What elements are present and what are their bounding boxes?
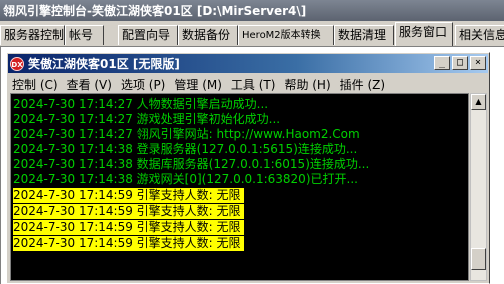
tab-data-backup[interactable]: 数据备份 bbox=[178, 25, 238, 45]
maximize-button[interactable]: □ bbox=[452, 56, 468, 70]
log-line-highlighted: 2024-7-30 17:14:59 引擎支持人数: 无限 bbox=[13, 204, 244, 219]
menu-control[interactable]: 控制 (C) bbox=[8, 76, 63, 93]
tab-strip: 服务器控制 帐号 配置向导 数据备份 HeroM2版本转换 数据清理 服务窗口 … bbox=[0, 22, 504, 47]
minimize-button[interactable]: _ bbox=[434, 56, 450, 70]
tab-server-control[interactable]: 服务器控制 bbox=[0, 25, 65, 45]
scroll-thumb[interactable] bbox=[471, 248, 486, 270]
tab-herom2-convert[interactable]: HeroM2版本转换 bbox=[238, 25, 334, 45]
scroll-up-arrow-icon[interactable]: ▲ bbox=[471, 94, 486, 110]
log-line: 2024-7-30 17:14:38 数据库服务器(127.0.0.1:6015… bbox=[13, 157, 370, 171]
menu-options[interactable]: 选项 (P) bbox=[117, 76, 170, 93]
log-line-highlighted: 2024-7-30 17:14:59 引擎支持人数: 无限 bbox=[13, 236, 244, 251]
log-line: 2024-7-30 17:14:38 游戏网关[0](127.0.0.1:638… bbox=[13, 172, 358, 186]
outer-window-title-bar: 翎风引擎控制台-笑傲江湖侠客01区 [D:\MirServer4\] bbox=[0, 0, 504, 21]
log-line: 2024-7-30 17:14:27 翎风引擎网站: http://www.Ha… bbox=[13, 127, 360, 141]
menu-help[interactable]: 帮助 (H) bbox=[280, 76, 335, 93]
log-console[interactable]: 2024-7-30 17:14:27 人物数据引擎启动成功... 2024-7-… bbox=[10, 93, 469, 281]
menu-tools[interactable]: 工具 (T) bbox=[227, 76, 281, 93]
app-icon: DX bbox=[10, 56, 24, 71]
log-line-highlighted: 2024-7-30 17:14:59 引擎支持人数: 无限 bbox=[13, 220, 244, 235]
tab-data-cleanup[interactable]: 数据清理 bbox=[334, 25, 394, 45]
menu-bar: 控制 (C) 查看 (V) 选项 (P) 管理 (M) 工具 (T) 帮助 (H… bbox=[8, 75, 488, 93]
close-button[interactable]: × bbox=[470, 56, 486, 70]
log-line-highlighted: 2024-7-30 17:14:59 引擎支持人数: 无限 bbox=[13, 188, 244, 203]
log-line: 2024-7-30 17:14:27 人物数据引擎启动成功... bbox=[13, 97, 269, 111]
tab-config-wizard[interactable]: 配置向导 bbox=[118, 25, 178, 45]
outer-window-title: 翎风引擎控制台-笑傲江湖侠客01区 [D:\MirServer4\] bbox=[3, 4, 307, 18]
service-window-title: 笑傲江湖侠客01区 [无限版] bbox=[28, 57, 180, 71]
tab-service-window[interactable]: 服务窗口 bbox=[395, 22, 453, 46]
menu-view[interactable]: 查看 (V) bbox=[63, 76, 117, 93]
tab-account[interactable]: 帐号 bbox=[65, 25, 104, 45]
service-window: DX 笑傲江湖侠客01区 [无限版] _ □ × 控制 (C) 查看 (V) 选… bbox=[6, 52, 490, 284]
menu-plugins[interactable]: 插件 (Z) bbox=[336, 76, 390, 93]
log-scrollbar[interactable]: ▲ bbox=[470, 93, 487, 281]
service-window-title-bar[interactable]: DX 笑傲江湖侠客01区 [无限版] _ □ × bbox=[8, 54, 488, 73]
log-line: 2024-7-30 17:14:27 游戏处理引擎初始化成功... bbox=[13, 112, 281, 126]
log-line: 2024-7-30 17:14:38 登录服务器(127.0.0.1:5615)… bbox=[13, 142, 358, 156]
tab-related-info[interactable]: 相关信息 bbox=[455, 25, 504, 45]
menu-manage[interactable]: 管理 (M) bbox=[170, 76, 227, 93]
